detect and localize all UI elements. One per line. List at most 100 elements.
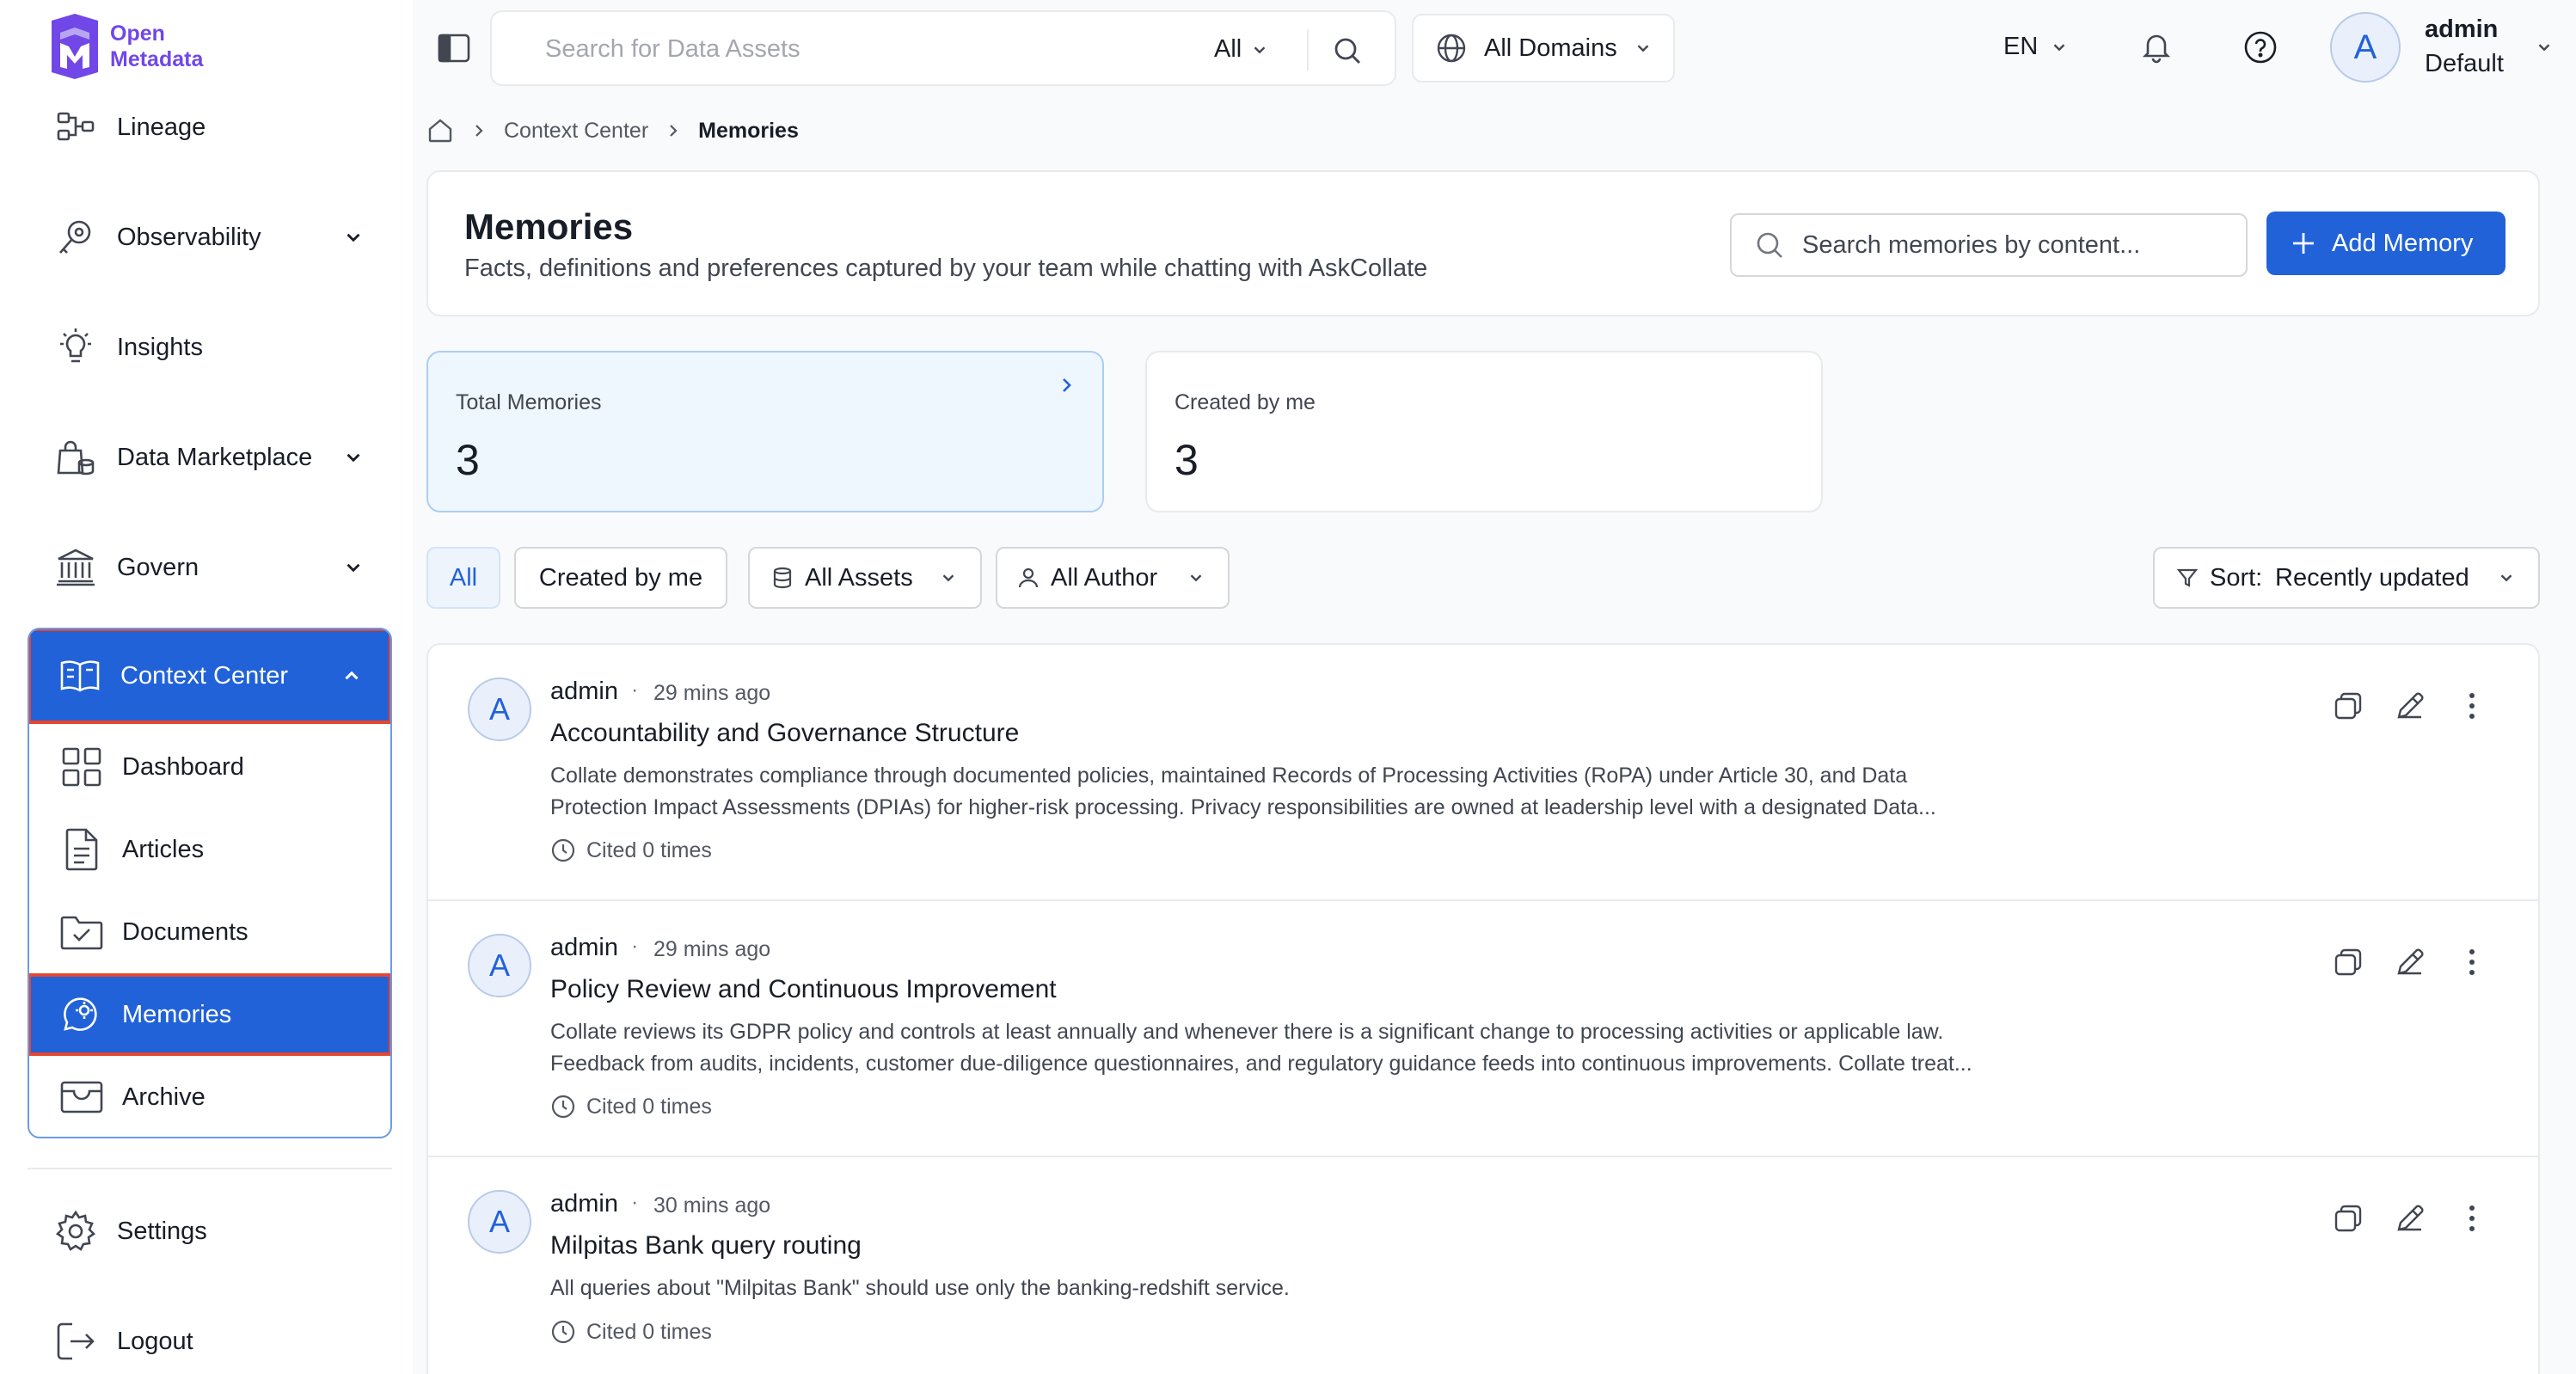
- sidebar-item-settings[interactable]: Settings: [26, 1188, 390, 1274]
- sidebar-item-data-marketplace[interactable]: Data Marketplace: [26, 414, 390, 500]
- sidebar-item-insights[interactable]: Insights: [26, 304, 390, 390]
- sidebar-item-label: Dashboard: [122, 752, 244, 781]
- global-search[interactable]: Search for Data Assets All: [490, 10, 1396, 86]
- sidebar-item-documents[interactable]: Documents: [29, 891, 390, 973]
- sidebar-item-label: Context Center: [120, 661, 289, 690]
- memory-card[interactable]: A admin · 30 mins ago Milpitas Bank quer…: [428, 1157, 2538, 1374]
- home-icon[interactable]: [426, 117, 454, 144]
- sidebar-item-label: Memories: [122, 1000, 232, 1028]
- chevron-down-icon: [2500, 574, 2512, 582]
- search-icon[interactable]: [1331, 34, 1364, 67]
- context-center-group: Context Center Dashboard Articles Docume…: [28, 628, 392, 1138]
- filter-assets-select[interactable]: All Assets: [748, 547, 982, 609]
- sidebar-item-govern[interactable]: Govern: [26, 524, 390, 610]
- memory-card[interactable]: A admin · 29 mins ago Accountability and…: [428, 645, 2538, 901]
- sidebar-item-articles[interactable]: Articles: [29, 808, 390, 891]
- more-vertical-icon[interactable]: [2456, 1202, 2488, 1235]
- memory-time: 30 mins ago: [653, 1193, 771, 1218]
- gear-icon: [55, 1210, 96, 1251]
- bell-icon[interactable]: [2139, 29, 2174, 64]
- sidebar: Open Metadata Lineage Observability Insi…: [0, 0, 413, 1374]
- filter-created-by-me[interactable]: Created by me: [514, 547, 727, 609]
- sidebar-item-logout[interactable]: Logout: [26, 1298, 390, 1374]
- edit-icon[interactable]: [2394, 690, 2426, 722]
- govern-icon: [57, 549, 95, 586]
- chevron-up-icon[interactable]: [340, 665, 363, 687]
- user-name[interactable]: admin: [2425, 15, 2498, 44]
- chevron-down-icon[interactable]: [2535, 38, 2554, 57]
- memory-card[interactable]: A admin · 29 mins ago Policy Review and …: [428, 901, 2538, 1157]
- filter-all[interactable]: All: [426, 547, 500, 609]
- copy-icon[interactable]: [2332, 690, 2364, 722]
- page-title: Memories: [464, 206, 634, 247]
- sidebar-item-archive[interactable]: Archive: [29, 1056, 390, 1137]
- clock-icon: [551, 1095, 575, 1119]
- language-select[interactable]: EN: [2003, 33, 2069, 61]
- chevron-down-icon: [1190, 574, 1202, 582]
- help-icon[interactable]: [2242, 29, 2279, 65]
- domain-select[interactable]: All Domains: [1412, 14, 1675, 83]
- stat-label: Created by me: [1175, 390, 1316, 414]
- edit-icon[interactable]: [2394, 1202, 2426, 1235]
- copy-icon[interactable]: [2332, 946, 2364, 978]
- memory-body-line: All queries about "Milpitas Bank" should…: [550, 1276, 1290, 1300]
- sidebar-item-context-center[interactable]: Context Center: [29, 629, 390, 724]
- breadcrumb-link[interactable]: Context Center: [504, 119, 648, 144]
- memory-time: 29 mins ago: [653, 937, 771, 961]
- filter-author-select[interactable]: All Author: [996, 547, 1230, 609]
- sidebar-item-label: Documents: [122, 917, 248, 946]
- sidebar-item-memories[interactable]: Memories: [29, 973, 390, 1056]
- more-vertical-icon[interactable]: [2456, 690, 2488, 722]
- database-icon: [773, 567, 792, 589]
- sidebar-item-observability[interactable]: Observability: [26, 194, 390, 280]
- sidebar-divider: [28, 1168, 392, 1169]
- sidebar-item-label: Data Marketplace: [117, 443, 313, 471]
- edit-icon[interactable]: [2394, 946, 2426, 978]
- chevron-down-icon[interactable]: [342, 446, 365, 469]
- more-vertical-icon[interactable]: [2456, 946, 2488, 978]
- copy-icon[interactable]: [2332, 1202, 2364, 1235]
- chevron-down-icon: [1637, 45, 1649, 52]
- sidebar-toggle-icon[interactable]: [437, 33, 471, 64]
- add-memory-button[interactable]: Add Memory: [2266, 212, 2505, 275]
- search-input[interactable]: Search for Data Assets: [545, 35, 800, 64]
- memory-title[interactable]: Milpitas Bank query routing: [550, 1231, 862, 1261]
- search-scope-select[interactable]: All: [1214, 35, 1269, 64]
- book-open-icon: [60, 660, 100, 692]
- stat-card-created-by-me[interactable]: Created by me 3: [1145, 351, 1823, 512]
- sidebar-item-lineage[interactable]: Lineage: [26, 84, 390, 170]
- marketplace-icon: [57, 440, 95, 475]
- memory-search-input[interactable]: Search memories by content...: [1730, 213, 2248, 277]
- memory-body-line: Protection Impact Assessments (DPIAs) fo…: [550, 795, 1936, 819]
- stat-value: 3: [456, 436, 480, 484]
- clock-icon: [551, 838, 575, 862]
- filter-label: All Author: [1051, 563, 1158, 592]
- chevron-down-icon[interactable]: [342, 226, 365, 248]
- domain-label: All Domains: [1484, 34, 1617, 62]
- memory-cited: Cited 0 times: [550, 837, 712, 863]
- separator-dot: ·: [631, 678, 639, 702]
- avatar[interactable]: A: [2330, 12, 2401, 83]
- plus-icon: [2293, 233, 2314, 254]
- chevron-right-icon[interactable]: [1056, 375, 1076, 396]
- globe-icon: [1437, 34, 1466, 63]
- sort-select[interactable]: Sort: Recently updated: [2153, 547, 2540, 609]
- memory-search-placeholder: Search memories by content...: [1802, 230, 2141, 259]
- search-icon: [1757, 232, 1782, 258]
- stat-card-total-memories[interactable]: Total Memories 3: [426, 351, 1104, 512]
- memory-author: admin: [550, 934, 618, 961]
- stat-value: 3: [1175, 436, 1199, 484]
- memory-body-line: Feedback from audits, incidents, custome…: [550, 1052, 1972, 1076]
- memory-cited-label: Cited 0 times: [586, 837, 712, 862]
- clock-icon: [551, 1320, 575, 1344]
- sidebar-item-label: Articles: [122, 835, 205, 863]
- sidebar-item-dashboard[interactable]: Dashboard: [29, 726, 390, 808]
- chevron-right-icon: [475, 125, 483, 137]
- brand-logo[interactable]: Open Metadata: [45, 12, 203, 81]
- memory-body-line: Collate demonstrates compliance through …: [550, 764, 1908, 788]
- add-memory-label: Add Memory: [2332, 229, 2474, 257]
- memory-title[interactable]: Accountability and Governance Structure: [550, 719, 1019, 748]
- chevron-down-icon[interactable]: [342, 556, 365, 579]
- brand-line1: Open: [110, 21, 165, 46]
- memory-title[interactable]: Policy Review and Continuous Improvement: [550, 975, 1057, 1004]
